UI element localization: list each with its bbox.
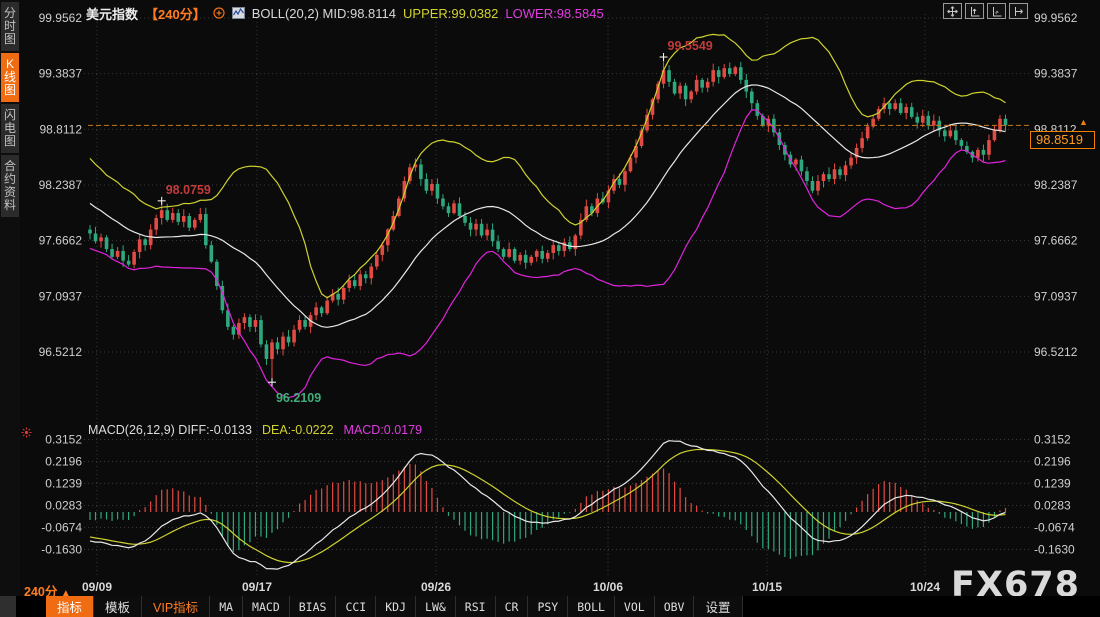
toolbar-button-psy[interactable]: PSY [528, 596, 568, 617]
macd-tick-label-right: 0.1239 [1034, 477, 1071, 491]
macd-bar-readout: MACD:0.0179 [344, 423, 423, 437]
pan-tool-button[interactable] [943, 3, 962, 19]
x-axis-tick-label: 10/15 [752, 580, 782, 594]
toolbar-button-kdj[interactable]: KDJ [376, 596, 416, 617]
zoom-y-axis-button[interactable] [965, 3, 984, 19]
toolbar-button-vol[interactable]: VOL [615, 596, 655, 617]
toolbar-button-cci[interactable]: CCI [336, 596, 376, 617]
macd-tick-label-right: -0.1630 [1034, 542, 1075, 556]
indicator-toolbar: 指标模板VIP指标MAMACDBIASCCIKDJLW&RSICRPSYBOLL… [0, 596, 1100, 617]
sidebar-tab-time-share-chart[interactable]: 分时图 [1, 2, 19, 51]
candlestick-series [88, 57, 1007, 382]
toolbar-button-templates[interactable]: 模板 [94, 596, 142, 617]
x-axis-tick-label: 10/06 [593, 580, 623, 594]
toolbar-button-obv[interactable]: OBV [655, 596, 695, 617]
pan-tool-icon [947, 6, 958, 17]
toolbar-button-bias[interactable]: BIAS [290, 596, 337, 617]
boll-lower-readout: LOWER:98.5845 [505, 6, 603, 21]
y-axis-tick-label-left: 96.5212 [39, 345, 83, 359]
toolbar-button-lwr[interactable]: LW& [416, 596, 456, 617]
x-axis-tick-label: 10/24 [910, 580, 940, 594]
toolbar-corner-cell[interactable] [0, 596, 16, 617]
price-extreme-label: 96.2109 [276, 391, 321, 405]
zoom-x-axis-icon [991, 6, 1002, 17]
macd-dea-readout: DEA:-0.0222 [262, 423, 334, 437]
chart-header: 美元指数 【240分】 BOLL(20,2) MID:98.8114 UPPER… [86, 5, 604, 21]
boll-upper-readout: UPPER:99.0382 [403, 6, 498, 21]
y-axis-tick-label-left: 97.6662 [39, 234, 83, 248]
macd-tick-label-left: -0.1630 [41, 542, 82, 556]
chart-tool-buttons [943, 3, 1028, 19]
sidebar: 分时图 K线图闪电图合约资料 [0, 0, 20, 617]
toolbar-button-indicators[interactable]: 指标 [46, 596, 94, 617]
macd-tick-label-left: 0.0283 [45, 498, 82, 512]
macd-header: MACD(26,12,9) DIFF:-0.0133 DEA:-0.0222 M… [88, 423, 422, 437]
bollinger-bands [90, 34, 1005, 397]
x-axis-tick-label: 09/26 [421, 580, 451, 594]
chart-canvas[interactable]: 98.0759 96.2109 99.5549 99.9562 99.9562 99.38… [0, 0, 1100, 617]
macd-tick-label-right: 0.3152 [1034, 433, 1071, 447]
toolbar-button-ma[interactable]: MA [210, 596, 243, 617]
trading-app-window: 分时图 K线图闪电图合约资料 98.0759 96.2109 99.5549 99.95… [0, 0, 1100, 617]
macd-settings-icon[interactable] [21, 425, 32, 443]
boll-mid-line [90, 85, 1005, 327]
y-axis-tick-label-right: 98.2387 [1034, 178, 1078, 192]
y-axis-tick-label-right: 97.6662 [1034, 234, 1078, 248]
macd-tick-label-left: 0.2196 [45, 454, 82, 468]
shift-axis-button[interactable] [1009, 3, 1028, 19]
price-extreme-label: 99.5549 [668, 39, 713, 53]
price-extreme-marker [268, 378, 276, 386]
toolbar-button-macd[interactable]: MACD [243, 596, 290, 617]
gridlines [84, 14, 1030, 578]
macd-tick-label-left: 0.3152 [45, 433, 82, 447]
zoom-y-axis-icon [969, 6, 980, 17]
y-axis-tick-label-left: 99.3837 [39, 67, 83, 81]
toolbar-spacer [16, 596, 46, 617]
symbol-name: 美元指数 [86, 4, 138, 23]
macd-tick-label-right: -0.0674 [1034, 521, 1075, 535]
period-badge: 【240分】 [145, 4, 206, 23]
sidebar-tab-contract-info[interactable]: 合约资料 [1, 155, 19, 217]
y-axis-tick-label-right: 99.3837 [1034, 67, 1078, 81]
shift-axis-icon [1013, 6, 1024, 17]
latest-price-tag: 98.8519 [1030, 131, 1095, 149]
x-axis-tick-label: 09/17 [242, 580, 272, 594]
y-axis-tick-label-left: 98.2387 [39, 178, 83, 192]
toolbar-button-rsi[interactable]: RSI [456, 596, 496, 617]
zoom-x-axis-button[interactable] [987, 3, 1006, 19]
price-extreme-label: 98.0759 [166, 183, 211, 197]
toolbar-button-vip-indicators[interactable]: VIP指标 [142, 596, 210, 617]
toolbar-button-cr[interactable]: CR [496, 596, 529, 617]
macd-tick-label-right: 0.0283 [1034, 498, 1071, 512]
toolbar-button-settings[interactable]: 设置 [694, 596, 742, 617]
macd-diff-readout: MACD(26,12,9) DIFF:-0.0133 [88, 423, 252, 437]
boll-chart-icon [232, 7, 245, 19]
sidebar-tab-candlestick-chart[interactable]: K线图 [1, 53, 19, 102]
y-axis-tick-label-left: 98.8112 [40, 122, 83, 136]
y-axis-tick-label-right: 99.9562 [1034, 11, 1078, 25]
price-extreme-marker [660, 53, 668, 61]
y-axis-tick-label-right: 96.5212 [1034, 345, 1078, 359]
y-axis-tick-label-left: 99.9562 [39, 11, 83, 25]
sidebar-tab-lightning-chart[interactable]: 闪电图 [1, 104, 19, 153]
price-extreme-marker [158, 197, 166, 205]
indicator-toggle-icon[interactable] [213, 7, 225, 19]
latest-price-marker-icon: ▲ [1079, 117, 1088, 127]
boll-mid-readout: BOLL(20,2) MID:98.8114 [252, 6, 396, 21]
macd-tick-label-right: 0.2196 [1034, 454, 1071, 468]
macd-tick-label-left: -0.0674 [41, 521, 82, 535]
y-axis-tick-label-right: 97.0937 [1034, 289, 1078, 303]
y-axis-tick-label-left: 97.0937 [39, 289, 83, 303]
x-axis-tick-label: 09/09 [82, 580, 112, 594]
toolbar-button-boll[interactable]: BOLL [568, 596, 615, 617]
macd-tick-label-left: 0.1239 [45, 477, 82, 491]
